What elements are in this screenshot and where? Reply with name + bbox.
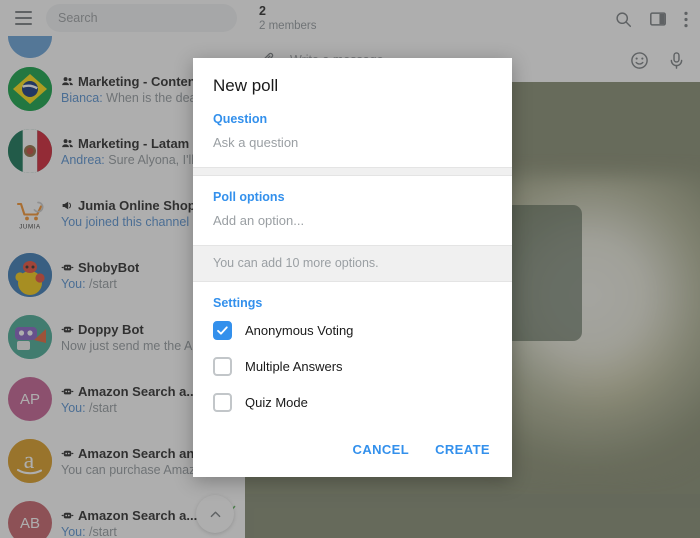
- setting-label: Multiple Answers: [245, 359, 343, 374]
- poll-option-input[interactable]: Add an option...: [193, 213, 512, 245]
- settings-section: Settings Anonymous Voting Multiple Answer…: [193, 282, 512, 429]
- section-divider: [193, 167, 512, 176]
- setting-row[interactable]: Quiz Mode: [213, 393, 492, 412]
- checkbox-unchecked[interactable]: [213, 357, 232, 376]
- telegram-window: Search Marketing - Content ...Bianca: Wh…: [0, 0, 700, 538]
- options-hint: You can add 10 more options.: [193, 245, 512, 282]
- settings-section-label: Settings: [213, 296, 492, 321]
- setting-label: Anonymous Voting: [245, 323, 353, 338]
- setting-row[interactable]: Multiple Answers: [213, 357, 492, 376]
- dialog-title: New poll: [193, 58, 512, 112]
- poll-options-section-label: Poll options: [193, 190, 512, 213]
- new-poll-dialog: New poll Question Ask a question Poll op…: [193, 58, 512, 477]
- create-button[interactable]: CREATE: [435, 442, 490, 457]
- checkbox-unchecked[interactable]: [213, 393, 232, 412]
- dialog-actions: CANCEL CREATE: [193, 442, 512, 477]
- setting-label: Quiz Mode: [245, 395, 308, 410]
- setting-row[interactable]: Anonymous Voting: [213, 321, 492, 340]
- question-input[interactable]: Ask a question: [193, 135, 512, 167]
- checkmark-icon: [216, 324, 229, 337]
- settings-checkbox-list: Anonymous Voting Multiple Answers Quiz Mod…: [213, 321, 492, 412]
- checkbox-checked[interactable]: [213, 321, 232, 340]
- cancel-button[interactable]: CANCEL: [353, 442, 410, 457]
- question-section-label: Question: [193, 112, 512, 135]
